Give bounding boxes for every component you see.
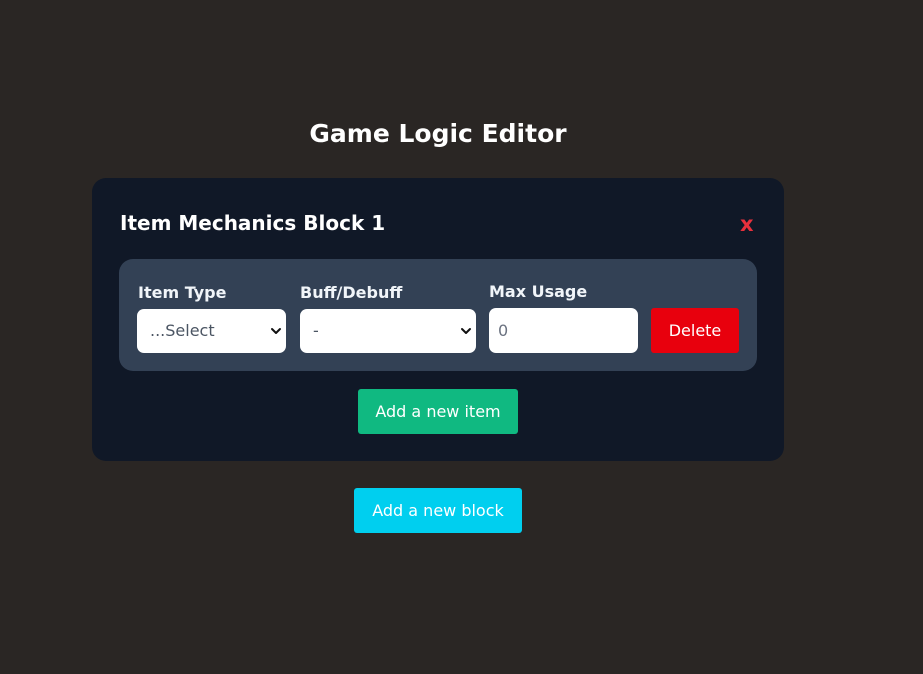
buff-debuff-select[interactable]: - xyxy=(300,309,476,353)
close-block-button[interactable]: x xyxy=(740,209,754,239)
delete-item-button[interactable]: Delete xyxy=(651,308,739,353)
add-block-button[interactable]: Add a new block xyxy=(354,488,522,533)
add-item-button[interactable]: Add a new item xyxy=(358,389,518,434)
max-usage-label: Max Usage xyxy=(489,282,588,301)
buff-debuff-select-value: - xyxy=(313,321,319,340)
chevron-down-icon xyxy=(271,328,281,334)
page-title: Game Logic Editor xyxy=(309,119,567,148)
block-title: Item Mechanics Block 1 xyxy=(120,211,386,235)
buff-debuff-label: Buff/Debuff xyxy=(300,283,403,302)
item-type-label: Item Type xyxy=(138,283,227,302)
item-type-select[interactable]: ...Select xyxy=(137,309,286,353)
chevron-down-icon xyxy=(461,328,471,334)
max-usage-input[interactable]: 0 xyxy=(489,308,638,353)
item-type-select-value: ...Select xyxy=(150,321,215,340)
